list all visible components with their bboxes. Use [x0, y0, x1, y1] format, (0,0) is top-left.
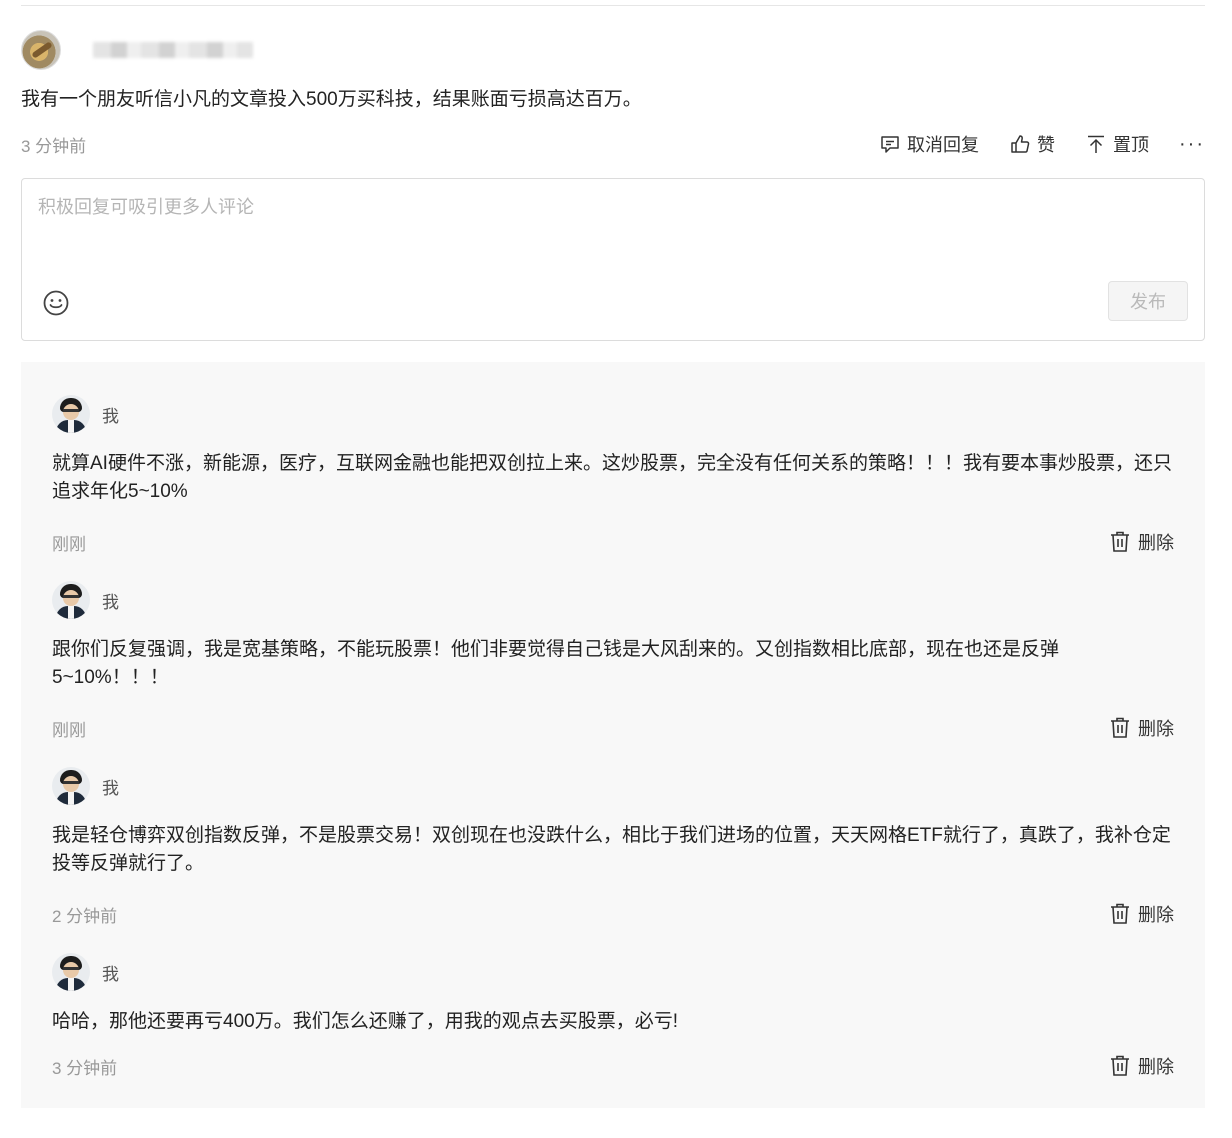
cancel-reply-button[interactable]: 取消回复	[879, 131, 979, 157]
author-name-blurred	[92, 42, 253, 58]
trash-icon	[1111, 531, 1129, 552]
thumbs-up-icon	[1011, 135, 1030, 153]
reply-header: 我	[52, 580, 1174, 620]
reply-time: 3 分钟前	[52, 1058, 118, 1078]
comment-header: ﾠ	[21, 28, 1205, 72]
reply-header: 我	[52, 766, 1174, 806]
list-item: 我 跟你们反复强调，我是宽基策略，不能玩股票！他们非要觉得自己钱是大风刮来的。又…	[52, 580, 1174, 742]
trash-icon	[1111, 1055, 1129, 1076]
comment-text: 我有一个朋友听信小凡的文章投入500万买科技，结果账面亏损高达百万。	[21, 89, 642, 110]
top-divider	[21, 5, 1205, 6]
reply-time: 2 分钟前	[52, 906, 118, 926]
reply-box: 发布	[21, 178, 1205, 341]
like-label: 赞	[1037, 135, 1056, 155]
reply-text: 我是轻仓博弈双创指数反弹，不是股票交易！双创现在也没跌什么，相比于我们进场的位置…	[52, 825, 1171, 874]
reply-input[interactable]	[22, 179, 1154, 287]
pin-button[interactable]: 置顶	[1085, 131, 1149, 157]
delete-button[interactable]: 删除	[1110, 715, 1174, 741]
list-item: 我 就算AI硬件不涨，新能源，医疗，互联网金融也能把双创拉上来。这炒股票，完全没…	[52, 394, 1174, 556]
like-button[interactable]: 赞	[1009, 131, 1055, 157]
reply-header: 我	[52, 394, 1174, 434]
list-item: 我 我是轻仓博弈双创指数反弹，不是股票交易！双创现在也没跌什么，相比于我们进场的…	[52, 766, 1174, 928]
comment-actions: 取消回复 赞 置顶 ···	[849, 131, 1205, 157]
reply-header: 我	[52, 952, 1174, 992]
reply-author[interactable]: 我	[102, 774, 119, 799]
reply-author[interactable]: 我	[102, 402, 119, 427]
emoji-icon[interactable]	[42, 289, 70, 317]
publish-button[interactable]: 发布	[1108, 281, 1188, 321]
avatar[interactable]	[52, 581, 90, 619]
cancel-reply-label: 取消回复	[907, 135, 980, 155]
reply-icon	[881, 136, 899, 153]
reply-meta: 刚刚 删除	[52, 714, 1174, 742]
avatar[interactable]	[52, 953, 90, 991]
reply-list: 我 就算AI硬件不涨，新能源，医疗，互联网金融也能把双创拉上来。这炒股票，完全没…	[21, 362, 1205, 1108]
reply-author[interactable]: 我	[102, 588, 119, 613]
delete-button[interactable]: 删除	[1110, 901, 1174, 927]
comment-time: 3 分钟前	[21, 136, 87, 156]
list-item: 我 哈哈，那他还要再亏400万。我们怎么还赚了，用我的观点去买股票，必亏! 3 …	[52, 952, 1174, 1080]
delete-label: 删除	[1138, 533, 1174, 553]
delete-label: 删除	[1138, 1057, 1174, 1077]
trash-icon	[1111, 903, 1129, 924]
reply-text: 跟你们反复强调，我是宽基策略，不能玩股票！他们非要觉得自己钱是大风刮来的。又创指…	[52, 639, 1060, 688]
avatar[interactable]	[21, 30, 61, 70]
trash-icon	[1111, 717, 1129, 738]
reply-author[interactable]: 我	[102, 960, 119, 985]
reply-time: 刚刚	[52, 534, 86, 554]
delete-button[interactable]: 删除	[1110, 529, 1174, 555]
reply-meta: 3 分钟前 删除	[52, 1052, 1174, 1080]
author-name[interactable]: ﾠ	[71, 38, 253, 63]
reply-time: 刚刚	[52, 720, 86, 740]
reply-text: 哈哈，那他还要再亏400万。我们怎么还赚了，用我的观点去买股票，必亏!	[52, 1011, 678, 1032]
reply-meta: 2 分钟前 删除	[52, 900, 1174, 928]
comment-meta: 3 分钟前 取消回复 赞 置顶 ···	[21, 130, 1205, 158]
delete-label: 删除	[1138, 905, 1174, 925]
avatar[interactable]	[52, 767, 90, 805]
pin-label: 置顶	[1113, 135, 1150, 155]
more-icon[interactable]: ···	[1179, 133, 1205, 156]
reply-text: 就算AI硬件不涨，新能源，医疗，互联网金融也能把双创拉上来。这炒股票，完全没有任…	[52, 453, 1172, 502]
main-comment: ﾠ 我有一个朋友听信小凡的文章投入500万买科技，结果账面亏损高达百万。 3 分…	[21, 28, 1205, 158]
author-name-prefix: ﾠ	[71, 42, 87, 62]
reply-meta: 刚刚 删除	[52, 528, 1174, 556]
delete-label: 删除	[1138, 719, 1174, 739]
delete-button[interactable]: 删除	[1110, 1053, 1174, 1079]
avatar[interactable]	[52, 395, 90, 433]
pin-top-icon	[1088, 135, 1105, 153]
